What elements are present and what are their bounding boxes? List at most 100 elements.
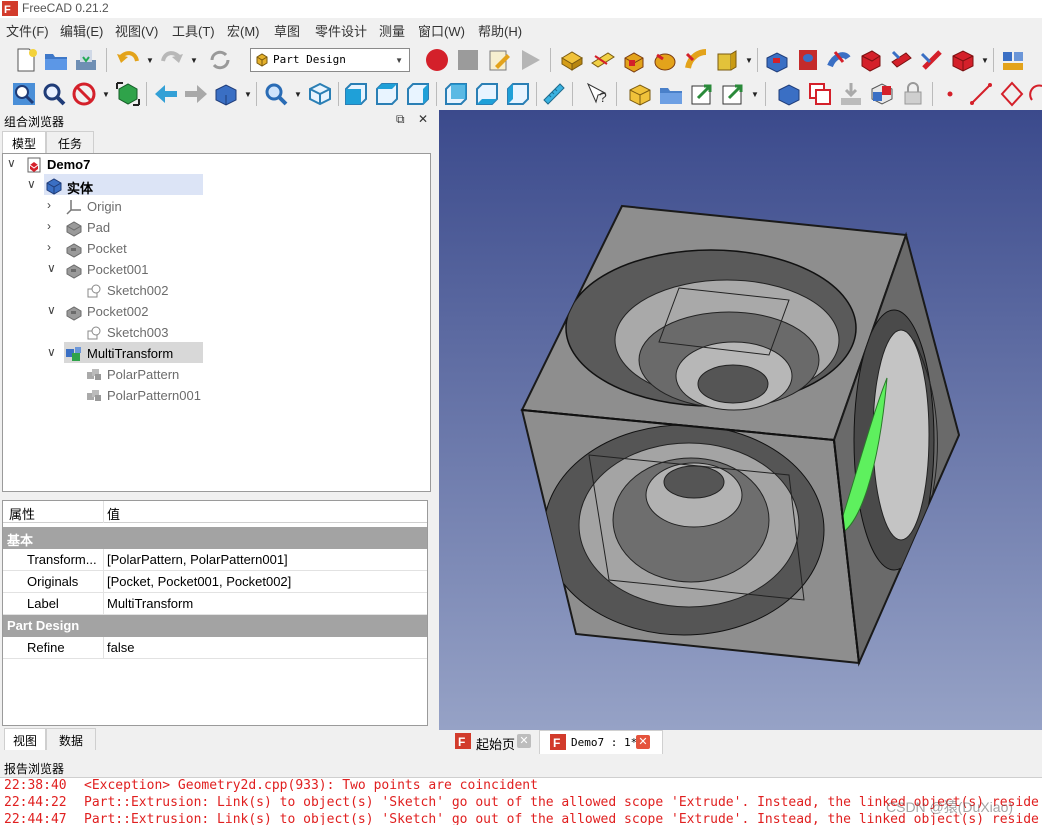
lock-disabled-icon[interactable] <box>899 80 927 108</box>
menu-sketch[interactable]: 草图 <box>274 21 300 40</box>
view-rear-icon[interactable] <box>442 80 470 108</box>
property-row-refine[interactable]: Refine false <box>3 637 427 659</box>
redo-icon[interactable] <box>158 46 186 74</box>
pocket-icon[interactable] <box>763 46 791 74</box>
clone-icon[interactable] <box>837 80 865 108</box>
record-macro-icon[interactable] <box>423 46 451 74</box>
menu-file[interactable]: 文件(F) <box>6 21 49 40</box>
chevron-right-icon[interactable]: › <box>47 219 59 233</box>
link-actions-icon[interactable] <box>719 80 747 108</box>
open-folder-icon[interactable] <box>42 46 70 74</box>
view-bottom-icon[interactable] <box>473 80 501 108</box>
refresh-icon[interactable] <box>206 46 234 74</box>
create-body-icon[interactable] <box>558 46 586 74</box>
draw-style-icon[interactable] <box>70 80 98 108</box>
tab-demo7[interactable]: F Demo7 : 1* ✕ <box>539 730 663 754</box>
property-group-base[interactable]: 基本 <box>3 527 427 549</box>
undo-icon[interactable] <box>114 46 142 74</box>
stop-macro-icon[interactable] <box>454 46 482 74</box>
fit-all-icon[interactable] <box>10 80 38 108</box>
view-top-icon[interactable] <box>373 80 401 108</box>
tree-item-polarpattern[interactable]: PolarPattern <box>67 364 267 385</box>
tree-item-pocket002[interactable]: ∨ Pocket002 <box>47 301 247 322</box>
property-value[interactable]: [Pocket, Pocket001, Pocket002] <box>107 574 291 589</box>
chevron-down-icon[interactable]: ∨ <box>27 177 39 191</box>
workbench-select[interactable]: Part Design ▼ <box>250 48 410 72</box>
datum-arc-icon[interactable] <box>1029 80 1042 108</box>
chevron-down-icon[interactable]: ∨ <box>47 261 59 275</box>
tab-tasks[interactable]: 任务 <box>46 131 94 153</box>
tree-item-document[interactable]: ∨ Demo7 <box>7 154 227 175</box>
tab-start-page[interactable]: F 起始页 ✕ <box>445 730 535 754</box>
close-icon[interactable]: ✕ <box>517 734 531 748</box>
view-right-icon[interactable] <box>404 80 432 108</box>
pad-icon[interactable] <box>620 46 648 74</box>
tree-item-multitransform[interactable]: ∨ MultiTransform <box>47 343 247 364</box>
arrow-left-icon[interactable] <box>152 80 180 108</box>
arrow-right-icon[interactable] <box>182 80 210 108</box>
chevron-down-icon[interactable]: ∨ <box>7 156 19 170</box>
subtractive-dropdown-icon[interactable]: ▼ <box>981 56 989 65</box>
menu-measure[interactable]: 测量 <box>379 21 405 40</box>
run-macro-icon[interactable] <box>516 46 544 74</box>
close-dock-icon[interactable]: ✕ <box>418 112 428 126</box>
tree-item-sketch003[interactable]: Sketch003 <box>67 322 267 343</box>
menu-macro[interactable]: 宏(M) <box>227 21 260 40</box>
property-value[interactable]: false <box>107 640 134 655</box>
property-row-originals[interactable]: Originals [Pocket, Pocket001, Pocket002] <box>3 571 427 593</box>
create-group-icon[interactable] <box>657 80 685 108</box>
tree-item-origin[interactable]: › Origin <box>47 196 247 217</box>
sub-shape-binder-icon[interactable] <box>806 80 834 108</box>
property-row-label[interactable]: Label MultiTransform <box>3 593 427 615</box>
menu-edit[interactable]: 编辑(E) <box>60 21 103 40</box>
subtractive-helix-icon[interactable] <box>918 46 946 74</box>
view-isometric-icon[interactable] <box>306 80 334 108</box>
datum-point-icon[interactable] <box>936 80 964 108</box>
float-dock-icon[interactable]: ⧉ <box>396 112 405 127</box>
property-value[interactable]: MultiTransform <box>107 596 193 611</box>
property-row-transformations[interactable]: Transform... [PolarPattern, PolarPattern… <box>3 549 427 571</box>
menu-help[interactable]: 帮助(H) <box>478 21 522 40</box>
pipe-icon[interactable] <box>713 46 741 74</box>
measure-distance-icon[interactable] <box>540 80 568 108</box>
revolution-icon[interactable] <box>651 46 679 74</box>
chevron-right-icon[interactable]: › <box>47 198 59 212</box>
tab-view[interactable]: 视图 <box>4 728 46 750</box>
tree-item-pocket001[interactable]: ∨ Pocket001 <box>47 259 247 280</box>
3d-viewport[interactable] <box>439 110 1042 730</box>
fit-selection-icon[interactable] <box>40 80 68 108</box>
tree-item-pocket[interactable]: › Pocket <box>47 238 247 259</box>
datum-polyline-icon[interactable] <box>998 80 1026 108</box>
property-value[interactable]: [PolarPattern, PolarPattern001] <box>107 552 288 567</box>
tab-model[interactable]: 模型 <box>2 131 46 153</box>
view-front-icon[interactable] <box>342 80 370 108</box>
datum-line-icon[interactable] <box>967 80 995 108</box>
new-document-icon[interactable] <box>12 46 40 74</box>
tree-item-polarpattern001[interactable]: PolarPattern001 <box>67 385 267 406</box>
bounding-box-icon[interactable] <box>114 80 142 108</box>
zoom-dropdown-icon[interactable]: ▼ <box>294 90 302 99</box>
draw-style-dropdown-icon[interactable]: ▼ <box>102 90 110 99</box>
subtractive-pipe-icon[interactable] <box>887 46 915 74</box>
groove-icon[interactable] <box>825 46 853 74</box>
hole-icon[interactable] <box>794 46 822 74</box>
close-icon[interactable]: ✕ <box>636 735 650 749</box>
sync-dropdown-icon[interactable]: ▼ <box>244 90 252 99</box>
menu-tools[interactable]: 工具(T) <box>172 21 215 40</box>
edit-macro-icon[interactable] <box>485 46 513 74</box>
menu-view[interactable]: 视图(V) <box>115 21 158 40</box>
redo-dropdown-icon[interactable]: ▼ <box>190 56 198 65</box>
property-group-part-design[interactable]: Part Design <box>3 615 427 637</box>
shape-binder-icon[interactable] <box>775 80 803 108</box>
tree-item-sketch002[interactable]: Sketch002 <box>67 280 267 301</box>
loft-icon[interactable] <box>682 46 710 74</box>
whats-this-icon[interactable]: ? <box>584 80 612 108</box>
additive-dropdown-icon[interactable]: ▼ <box>745 56 753 65</box>
make-link-icon[interactable] <box>688 80 716 108</box>
subtractive-loft-icon[interactable] <box>856 46 884 74</box>
chevron-right-icon[interactable]: › <box>47 240 59 254</box>
link-dropdown-icon[interactable]: ▼ <box>751 90 759 99</box>
datum-plane-icon[interactable] <box>868 80 896 108</box>
undo-dropdown-icon[interactable]: ▼ <box>146 56 154 65</box>
zoom-icon[interactable] <box>262 80 290 108</box>
